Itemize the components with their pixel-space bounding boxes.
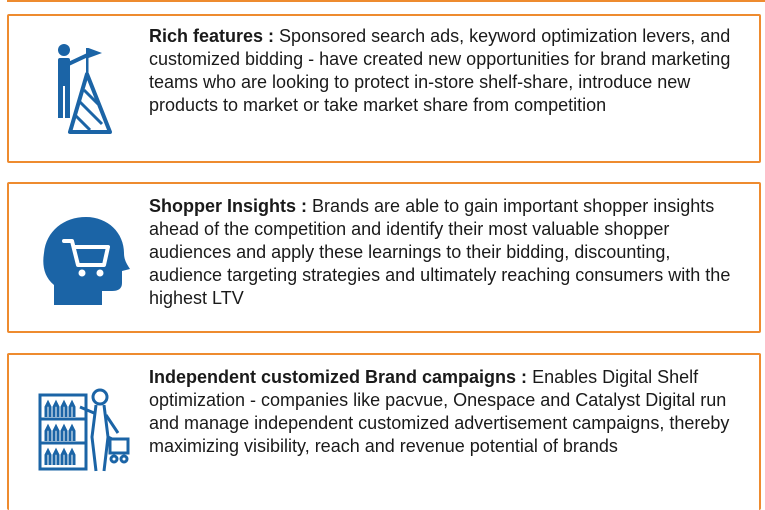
feature-card-shopper-insights: Shopper Insights : Brands are able to ga…	[7, 182, 761, 333]
feature-card-brand-campaigns: Independent customized Brand campaigns :…	[7, 353, 761, 510]
feature-title: Shopper Insights :	[149, 196, 308, 216]
head-shopping-cart-icon	[43, 217, 130, 305]
shelf-shopper-icon	[38, 388, 130, 472]
feature-description: Rich features : Sponsored search ads, ke…	[149, 25, 745, 117]
feature-title: Rich features :	[149, 26, 275, 46]
feature-description: Shopper Insights : Brands are able to ga…	[149, 195, 745, 310]
top-divider	[7, 0, 765, 2]
feature-card-rich-features: Rich features : Sponsored search ads, ke…	[7, 14, 761, 163]
feature-title: Independent customized Brand campaigns :	[149, 367, 528, 387]
climber-summit-flag-icon	[58, 44, 112, 134]
feature-description: Independent customized Brand campaigns :…	[149, 366, 745, 458]
